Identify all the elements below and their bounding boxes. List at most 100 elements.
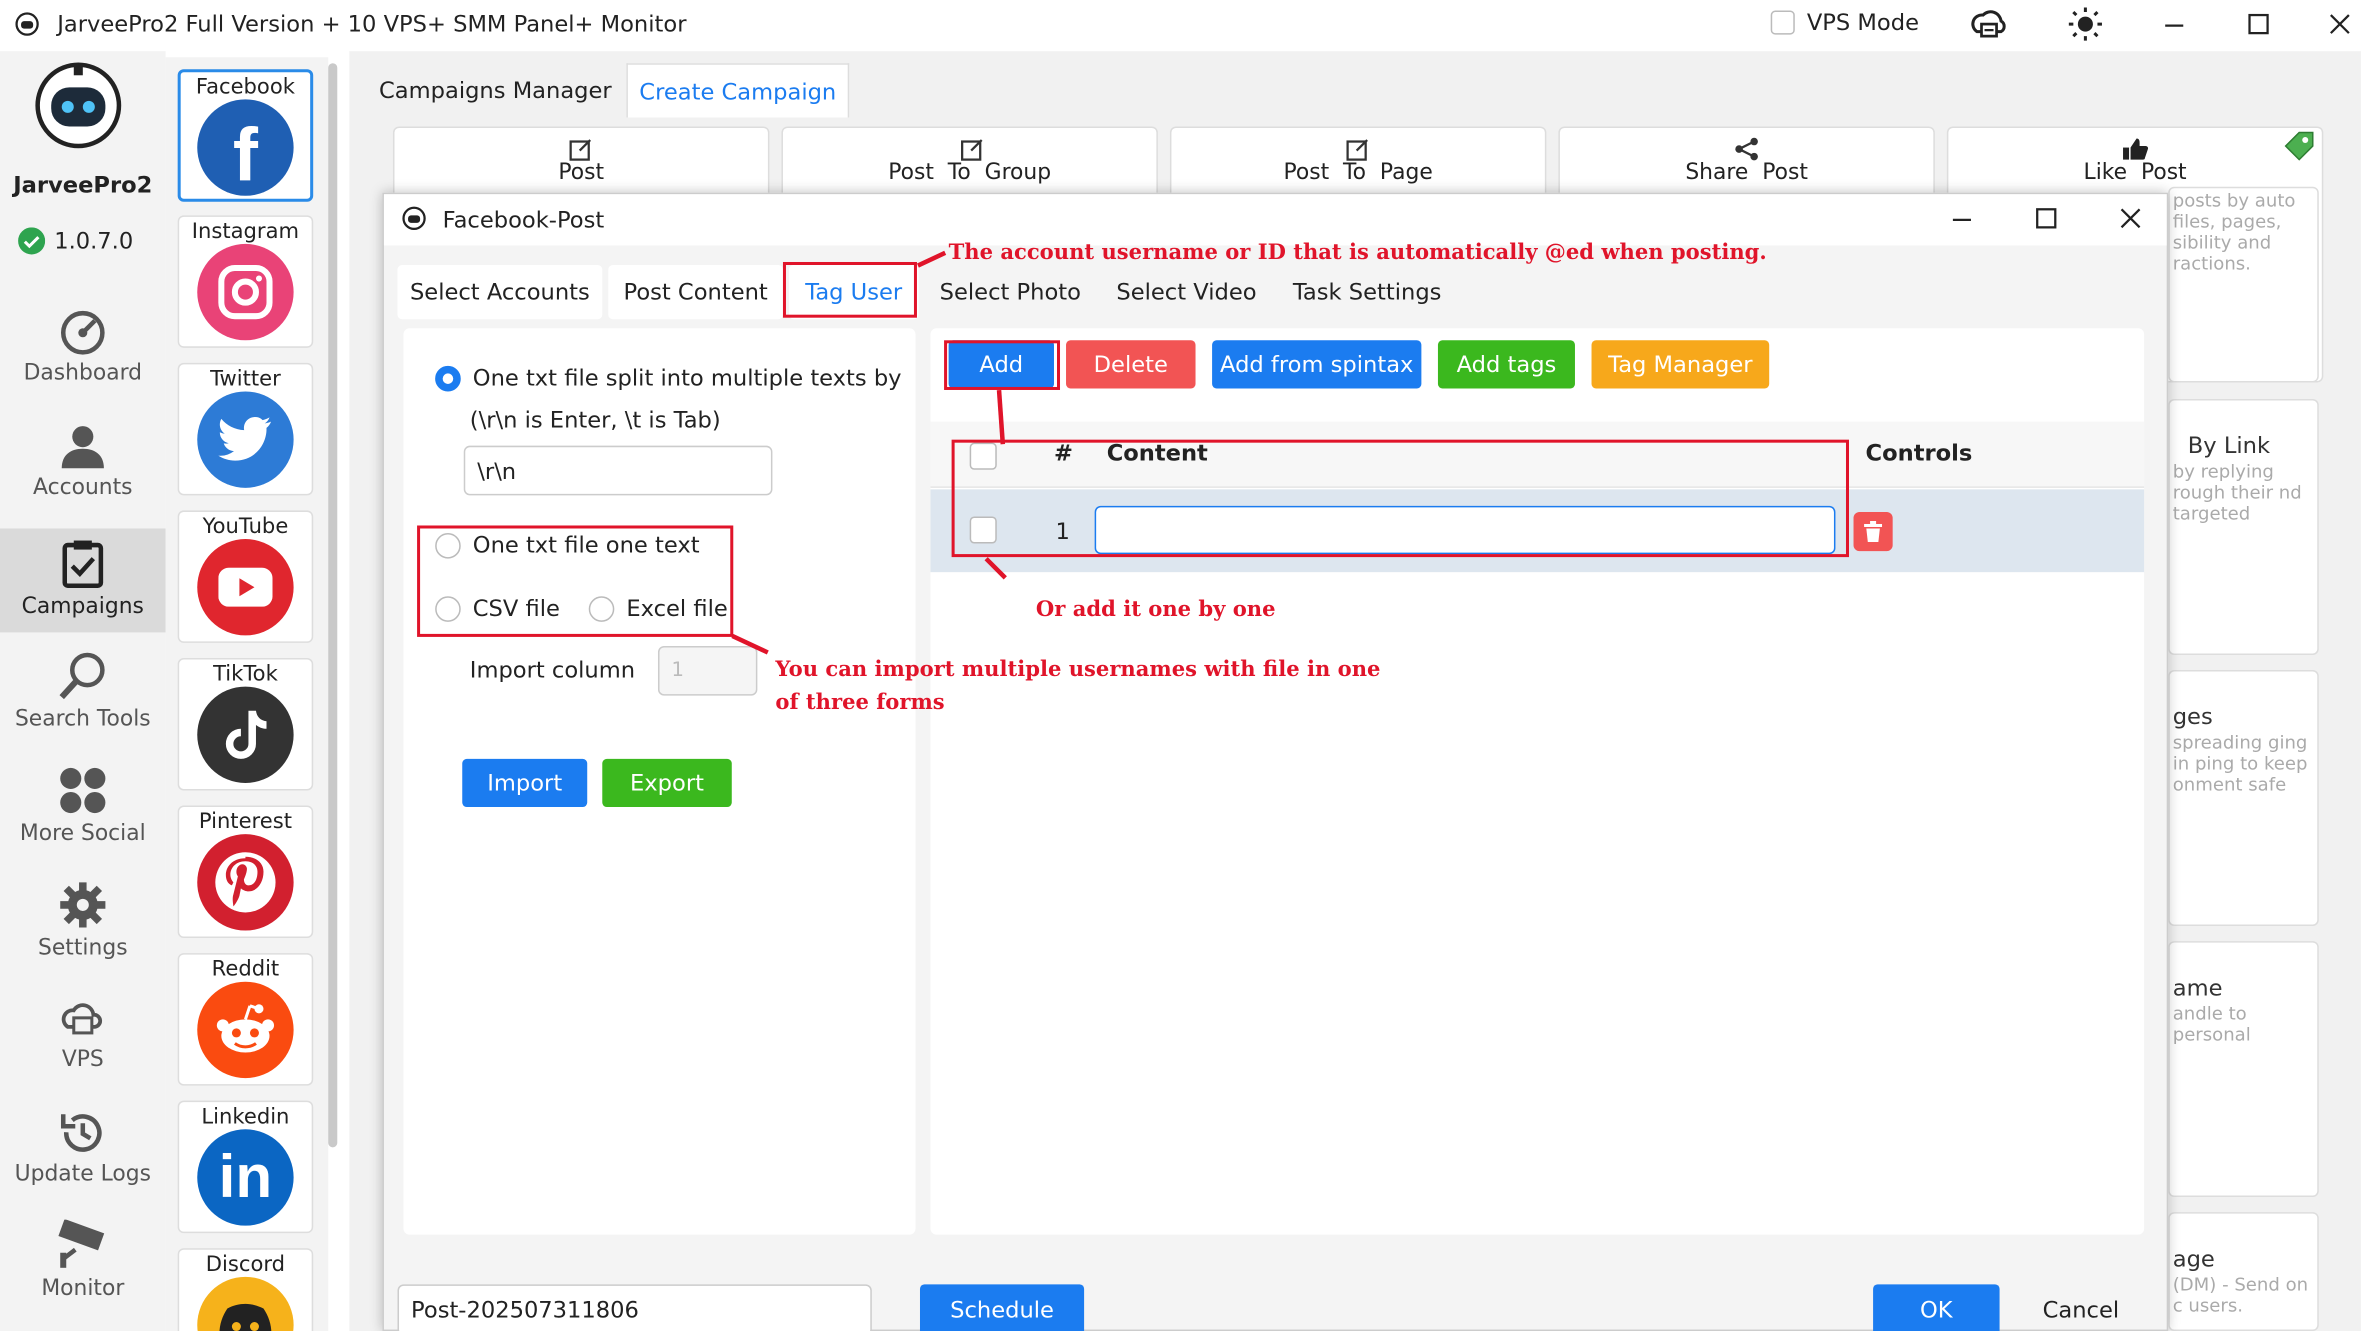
separator-input[interactable]: \r\n <box>463 445 773 496</box>
feature-card-1[interactable]: posts by auto files, pages, sibility and… <box>2168 186 2319 383</box>
app-logo-icon <box>402 206 426 230</box>
ok-button[interactable]: OK <box>1873 1284 2000 1331</box>
tab-select-photo[interactable]: Select Photo <box>924 265 1096 319</box>
tab-task-settings[interactable]: Task Settings <box>1277 265 1458 319</box>
nav-accounts[interactable]: Accounts <box>0 422 166 515</box>
social-twitter-label: Twitter <box>210 367 281 392</box>
nav-monitor-label: Monitor <box>41 1276 125 1301</box>
nav-monitor[interactable]: Monitor <box>0 1219 166 1313</box>
cancel-button[interactable]: Cancel <box>2018 1284 2144 1331</box>
social-reddit-label: Reddit <box>211 957 280 982</box>
window-title: JarveePro2 Full Version + 10 VPS+ SMM Pa… <box>57 10 687 38</box>
card-post-to-group-label: Post To Group <box>888 161 1052 186</box>
social-youtube-label: YouTube <box>202 514 289 540</box>
minimize-icon[interactable] <box>2164 15 2185 36</box>
dialog-maximize-icon[interactable] <box>2036 208 2057 229</box>
apps-icon <box>60 767 106 814</box>
feature-card-5[interactable]: age (DM) - Send on c users. <box>2168 1212 2319 1331</box>
tag-manager-button[interactable]: Tag Manager <box>1591 340 1770 389</box>
search-icon <box>59 652 105 700</box>
option-split-hint: (\r\n is Enter, \t is Tab) <box>469 406 721 434</box>
social-reddit[interactable]: Reddit <box>177 953 314 1086</box>
import-button[interactable]: Import <box>462 758 588 808</box>
twitter-bird-icon <box>197 391 294 488</box>
add-tags-button[interactable]: Add tags <box>1437 340 1575 389</box>
cloud-server-icon[interactable] <box>1969 8 2008 44</box>
dialog-minimize-icon[interactable] <box>1951 209 1972 230</box>
youtube-icon <box>197 539 294 636</box>
social-linkedin[interactable]: Linkedin in <box>177 1100 314 1234</box>
export-button[interactable]: Export <box>602 758 732 808</box>
nav-vps-label: VPS <box>61 1047 104 1073</box>
tab-campaigns-manager[interactable]: Campaigns Manager <box>367 63 624 118</box>
app-logo-icon <box>15 12 39 36</box>
feature-card-3[interactable]: ges spreading ging in ping to keep onmen… <box>2168 670 2319 927</box>
tab-select-video[interactable]: Select Video <box>1102 265 1271 319</box>
campaign-name-input[interactable]: Post-202507311806 <box>397 1284 872 1331</box>
nav-more-social[interactable]: More Social <box>0 765 166 858</box>
social-tiktok[interactable]: TikTok <box>177 657 314 791</box>
option-split-file[interactable]: One txt file split into multiple texts b… <box>435 364 902 392</box>
discord-icon <box>197 1276 294 1331</box>
option-split-file-radio[interactable] <box>435 365 461 391</box>
vps-mode-label: VPS Mode <box>1806 9 1919 37</box>
nav-campaigns-label: Campaigns <box>21 594 144 619</box>
social-pinterest[interactable]: Pinterest <box>177 805 314 939</box>
option-split-file-label: One txt file split into multiple texts b… <box>472 364 902 392</box>
row-delete-button[interactable] <box>1853 511 1893 552</box>
title-bar: JarveePro2 Full Version + 10 VPS+ SMM Pa… <box>0 0 2361 52</box>
tab-select-accounts[interactable]: Select Accounts <box>397 265 603 320</box>
camera-icon <box>58 1219 105 1268</box>
version-badge: 1.0.7.0 <box>18 227 134 255</box>
social-facebook[interactable]: Facebook f <box>177 69 314 202</box>
nav-vps[interactable]: VPS <box>0 997 166 1090</box>
delete-button[interactable]: Delete <box>1066 340 1196 389</box>
nav-settings[interactable]: Settings <box>0 879 166 972</box>
add-from-spintax-button[interactable]: Add from spintax <box>1212 340 1422 389</box>
annotation-tag-user: The account username or ID that is autom… <box>948 240 1767 266</box>
version-label: 1.0.7.0 <box>54 227 134 255</box>
left-navigation: JarveePro2 1.0.7.0 Dashboard Accounts Ca… <box>0 51 166 1331</box>
nav-settings-label: Settings <box>38 936 128 961</box>
edit-icon <box>961 139 983 161</box>
tab-create-campaign[interactable]: Create Campaign <box>626 63 850 118</box>
social-instagram[interactable]: Instagram <box>177 215 314 348</box>
social-twitter[interactable]: Twitter <box>177 362 314 496</box>
import-column-input[interactable]: 1 <box>657 645 758 696</box>
social-pinterest-label: Pinterest <box>198 810 292 835</box>
card-post-label: Post <box>558 161 605 186</box>
vps-mode-checkbox[interactable] <box>1770 10 1795 35</box>
schedule-button[interactable]: Schedule <box>919 1284 1085 1331</box>
maximize-icon[interactable] <box>2248 13 2269 35</box>
social-tiktok-label: TikTok <box>213 662 278 687</box>
dialog-title: Facebook-Post <box>442 206 605 234</box>
feature-card-2-desc: by replying rough their nd targeted <box>2172 460 2302 524</box>
pinterest-icon <box>197 834 294 931</box>
social-discord[interactable]: Discord <box>177 1248 314 1331</box>
vps-mode-toggle[interactable]: VPS Mode <box>1770 9 1919 37</box>
check-circle-icon <box>18 227 46 255</box>
edit-icon <box>1346 139 1368 161</box>
social-list-scrollbar[interactable] <box>328 63 338 1148</box>
nav-dashboard[interactable]: Dashboard <box>0 307 166 400</box>
linkedin-icon: in <box>197 1129 294 1226</box>
feature-card-1-desc: posts by auto files, pages, sibility and… <box>2172 189 2296 275</box>
nav-update-logs[interactable]: Update Logs <box>0 1108 166 1201</box>
annotation-box-import <box>417 525 734 637</box>
vps-icon <box>61 1003 103 1035</box>
theme-sun-icon[interactable] <box>2067 6 2103 42</box>
social-youtube[interactable]: YouTube <box>177 510 314 643</box>
feature-card-5-title: age <box>2172 1245 2215 1273</box>
tab-post-content[interactable]: Post Content <box>608 265 783 320</box>
clipboard-icon <box>62 540 104 588</box>
feature-card-2[interactable]: By Link by replying rough their nd targe… <box>2168 399 2319 655</box>
annotation-import-line2: of three forms <box>775 691 945 716</box>
social-platform-list: Facebook f Instagram Twitter YouTube Tik… <box>165 57 329 1331</box>
dialog-close-icon[interactable] <box>2120 208 2141 229</box>
nav-search-tools[interactable]: Search Tools <box>0 650 166 743</box>
feature-card-4[interactable]: ame andle to personal <box>2168 941 2319 1198</box>
nav-campaigns[interactable]: Campaigns <box>0 528 166 633</box>
close-icon[interactable] <box>2329 14 2350 35</box>
social-linkedin-label: Linkedin <box>201 1105 290 1130</box>
thumbs-up-icon <box>2123 138 2149 160</box>
